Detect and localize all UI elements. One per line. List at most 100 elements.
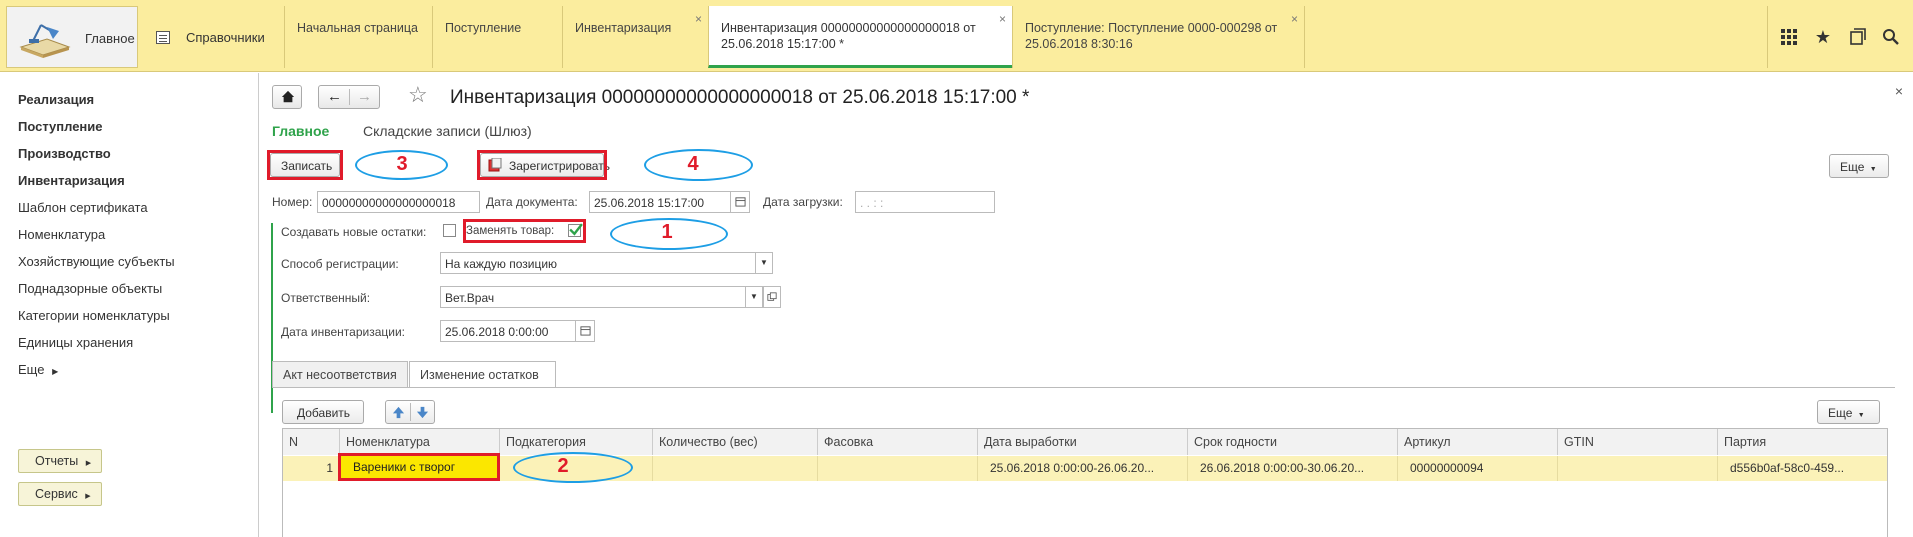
tab-receipt[interactable]: Поступление xyxy=(432,6,562,68)
column-header[interactable]: Номенклатура xyxy=(340,429,500,455)
doc-date-field[interactable]: 25.06.2018 15:17:00 xyxy=(589,191,731,213)
home-section-button[interactable]: Главное xyxy=(6,6,138,68)
home-icon xyxy=(281,90,295,103)
nav-more-label: Еще xyxy=(18,362,45,377)
forward-arrow-icon[interactable]: → xyxy=(357,88,372,105)
create-new-remains-checkbox[interactable] xyxy=(443,224,456,237)
tab-inventory-document[interactable]: Инвентаризация 00000000000000000018 от 2… xyxy=(708,6,1012,68)
tab-label: Акт несоответствия xyxy=(283,368,397,382)
annotation-ellipse xyxy=(513,452,633,483)
doc-date-label: Дата документа: xyxy=(486,195,578,209)
nav-item-nomenclature[interactable]: Номенклатура xyxy=(18,227,105,242)
column-header[interactable]: Фасовка xyxy=(818,429,978,455)
number-field[interactable]: 00000000000000000018 xyxy=(317,191,480,213)
form-close-icon[interactable]: × xyxy=(1895,83,1903,99)
history-icon[interactable] xyxy=(1848,28,1866,46)
tab-start-page[interactable]: Начальная страница xyxy=(284,6,432,68)
chevron-down-icon[interactable]: ▼ xyxy=(745,286,763,308)
table-cell[interactable]: 1 xyxy=(283,456,340,481)
column-header[interactable]: Количество (вес) xyxy=(653,429,818,455)
search-icon[interactable] xyxy=(1882,28,1900,46)
remains-table: N Номенклатура Подкатегория Количество (… xyxy=(282,428,1888,537)
service-button[interactable]: Сервис ▶ xyxy=(18,482,102,506)
table-cell[interactable] xyxy=(653,456,818,481)
form-tab-main[interactable]: Главное xyxy=(272,123,329,139)
nav-item-more[interactable]: Еще ▶ xyxy=(18,362,58,377)
list-icon xyxy=(156,31,170,44)
favorite-star-icon[interactable]: ☆ xyxy=(408,82,428,108)
nav-item-supervised-objects[interactable]: Поднадзорные объекты xyxy=(18,281,162,296)
calendar-icon[interactable] xyxy=(730,191,750,213)
nav-item-receipt[interactable]: Поступление xyxy=(18,119,103,134)
tab-mismatch-act[interactable]: Акт несоответствия xyxy=(272,361,408,387)
tab-close-icon[interactable]: × xyxy=(999,11,1006,27)
highlight-box xyxy=(477,150,607,180)
column-header[interactable]: N xyxy=(283,429,340,455)
back-forward-group: ← → xyxy=(318,85,380,109)
apps-grid-icon[interactable] xyxy=(1780,28,1798,46)
tab-close-icon[interactable]: × xyxy=(695,11,702,27)
nav-item-business-entities[interactable]: Хозяйствующие субъекты xyxy=(18,254,175,269)
add-button[interactable]: Добавить xyxy=(282,400,364,424)
tab-inventory-list[interactable]: Инвентаризация × xyxy=(562,6,708,68)
column-header[interactable]: Срок годности xyxy=(1188,429,1398,455)
open-icon[interactable] xyxy=(763,286,781,308)
annotation-number: 4 xyxy=(687,153,699,175)
highlight-box xyxy=(267,150,343,180)
tab-remains-change[interactable]: Изменение остатков xyxy=(409,361,556,388)
inventory-date-label: Дата инвентаризации: xyxy=(281,325,405,339)
reports-label: Отчеты xyxy=(35,454,79,468)
document-form: × ← → ☆ Инвентаризация 00000000000000000… xyxy=(260,73,1913,537)
table-cell[interactable]: 26.06.2018 0:00:00-30.06.20... xyxy=(1188,456,1398,481)
tab-close-icon[interactable]: × xyxy=(1291,11,1298,27)
nav-item-certificate-template[interactable]: Шаблон сертификата xyxy=(18,200,148,215)
top-bar: Главное Справочники Начальная страница П… xyxy=(0,0,1913,72)
annotation-number: 2 xyxy=(557,455,569,477)
references-section-button[interactable]: Справочники xyxy=(142,6,280,68)
nav-item-production[interactable]: Производство xyxy=(18,146,111,161)
table-cell[interactable] xyxy=(818,456,978,481)
nav-item-nomenclature-categories[interactable]: Категории номенклатуры xyxy=(18,308,170,323)
number-label: Номер: xyxy=(272,195,313,209)
arrow-down-icon[interactable] xyxy=(416,406,429,419)
highlight-box xyxy=(463,219,586,243)
column-header[interactable]: Партия xyxy=(1718,429,1887,455)
arrow-up-icon[interactable] xyxy=(392,406,405,419)
references-section-label: Справочники xyxy=(186,30,265,45)
inventory-date-field[interactable]: 25.06.2018 0:00:00 xyxy=(440,320,576,342)
home-nav-button[interactable] xyxy=(272,85,302,109)
annotation-number: 1 xyxy=(661,221,673,243)
table-cell[interactable] xyxy=(1558,456,1718,481)
column-header[interactable]: Дата выработки xyxy=(978,429,1188,455)
tab-receipt-document[interactable]: Поступление: Поступление 0000-000298 от … xyxy=(1012,6,1304,68)
page-title: Инвентаризация 00000000000000000018 от 2… xyxy=(450,87,1030,108)
tab-label: Инвентаризация xyxy=(575,21,672,35)
responsible-field[interactable]: Вет.Врач xyxy=(440,286,746,308)
column-header[interactable]: GTIN xyxy=(1558,429,1718,455)
tab-label: Начальная страница xyxy=(297,21,418,35)
triangle-right-icon: ▶ xyxy=(85,460,92,467)
reports-button[interactable]: Отчеты ▶ xyxy=(18,449,103,473)
nav-item-storage-units[interactable]: Единицы хранения xyxy=(18,335,133,350)
chevron-down-icon[interactable]: ▼ xyxy=(755,252,773,274)
form-tab-warehouse[interactable]: Складские записи (Шлюз) xyxy=(363,123,532,139)
calendar-icon[interactable] xyxy=(575,320,595,342)
more-button-label: Еще xyxy=(1828,406,1853,420)
table-cell[interactable]: d556b0af-58c0-459... xyxy=(1718,456,1887,481)
annotation-number: 3 xyxy=(396,153,408,175)
create-new-remains-label: Создавать новые остатки: xyxy=(281,225,427,239)
back-arrow-icon[interactable]: ← xyxy=(327,88,342,105)
home-section-label: Главное xyxy=(85,31,135,46)
table-more-button[interactable]: Еще ▼ xyxy=(1817,400,1880,424)
nav-item-inventory[interactable]: Инвентаризация xyxy=(18,173,125,188)
load-date-field: . . : : xyxy=(855,191,995,213)
section-navigation: Реализация Поступление Производство Инве… xyxy=(0,73,259,537)
more-button[interactable]: Еще ▼ xyxy=(1829,154,1889,178)
chevron-down-icon: ▼ xyxy=(1869,166,1877,173)
registration-method-select[interactable]: На каждую позицию xyxy=(440,252,756,274)
nav-item-sales[interactable]: Реализация xyxy=(18,92,94,107)
table-cell[interactable]: 25.06.2018 0:00:00-26.06.20... xyxy=(978,456,1188,481)
table-cell[interactable]: 00000000094 xyxy=(1398,456,1558,481)
star-icon[interactable]: ★ xyxy=(1814,28,1832,46)
column-header[interactable]: Артикул xyxy=(1398,429,1558,455)
